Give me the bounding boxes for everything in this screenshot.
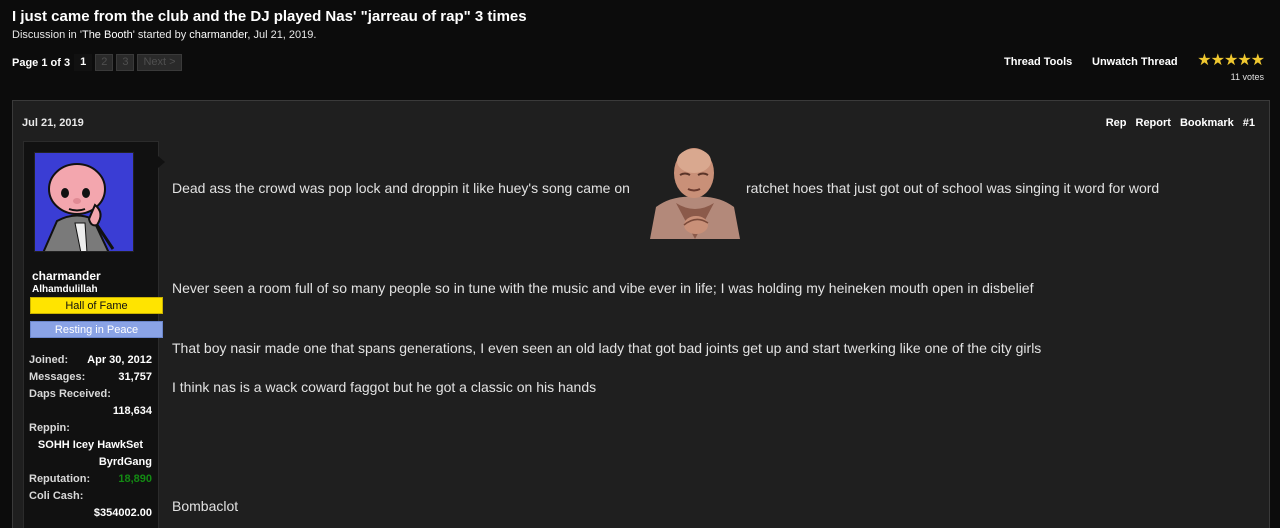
page-3-button[interactable]: 3 [116,54,135,71]
message-line-5: Bombaclot [172,498,239,514]
next-page-button[interactable]: Next > [137,54,182,71]
reputation-value: 18,890 [118,473,152,485]
page-nav-label: Page 1 of 3 [12,56,71,69]
bald-cartoon-avatar-image [35,153,133,251]
discussion-prefix: Discussion in ' [12,29,82,41]
forum-link[interactable]: The Booth [82,29,133,41]
messages-value[interactable]: 31,757 [118,369,152,386]
thread-subtitle: Discussion in 'The Booth' started by cha… [12,29,316,41]
user-stats: Joined: Apr 30, 2012 Messages: 31,757 Da… [29,352,152,522]
reppin-line-1: SOHH Icey HawkSet [37,439,144,451]
thread-date: , Jul 21, 2019. [247,29,317,41]
thread-rating[interactable]: ★★★★★ 11 votes [1190,53,1265,83]
bald-man-image [650,145,740,239]
author-link[interactable]: charmander [189,29,247,41]
userbox-arrow [158,156,165,168]
daps-value: 118,634 [112,405,152,417]
thread-title: I just came from the club and the DJ pla… [12,8,527,25]
page-nav: Page 1 of 3 1 2 3 Next > [12,54,185,71]
daps-label: Daps Received: [29,388,111,400]
post-links: Rep Report Bookmark #1 [1106,117,1255,129]
message-line-3: That boy nasir made one that spans gener… [172,340,1042,356]
hall-of-fame-banner: Hall of Fame [30,297,163,314]
reppin-line-2: ByrdGang [98,456,152,468]
started-by-text: ' started by [132,29,190,41]
resting-in-peace-banner: Resting in Peace [30,321,163,338]
rating-votes: 11 votes [1230,72,1264,82]
page-1-button[interactable]: 1 [74,54,93,71]
avatar[interactable] [34,152,134,252]
post-number-link[interactable]: #1 [1243,117,1255,129]
user-info-panel: charmander Alhamdulillah Hall of Fame Re… [23,141,165,528]
joined-row: Joined: Apr 30, 2012 [29,352,152,369]
username[interactable]: charmander [32,269,101,283]
unwatch-thread-link[interactable]: Unwatch Thread [1092,56,1178,68]
rep-link[interactable]: Rep [1106,117,1127,129]
message-line-4: I think nas is a wack coward faggot but … [172,379,597,395]
post-date[interactable]: Jul 21, 2019 [22,117,84,129]
report-link[interactable]: Report [1136,117,1171,129]
picard-facepalm-image [650,145,740,239]
messages-row: Messages: 31,757 [29,369,152,386]
reputation-row: Reputation: 18,890 [29,471,152,488]
reppin-label: Reppin: [29,422,70,434]
coli-cash-label: Coli Cash: [29,490,84,502]
message-line-1b: ratchet hoes that just got out of school… [746,180,1160,196]
bookmark-link[interactable]: Bookmark [1180,117,1234,129]
rating-stars[interactable]: ★★★★★ [1190,53,1265,69]
joined-label: Joined: [29,354,69,366]
thread-tools-menu[interactable]: Thread Tools [1004,56,1072,68]
coli-cash-value: $354002.00 [93,507,152,519]
user-title: Alhamdulillah [32,284,98,295]
post: Jul 21, 2019 Rep Report Bookmark #1 char… [12,100,1270,528]
joined-value: Apr 30, 2012 [87,354,152,366]
page-2-button[interactable]: 2 [95,54,114,71]
reputation-label: Reputation: [29,473,91,485]
message-line-1a: Dead ass the crowd was pop lock and drop… [172,180,630,196]
messages-label: Messages: [29,371,86,383]
message-line-2: Never seen a room full of so many people… [172,280,1034,296]
